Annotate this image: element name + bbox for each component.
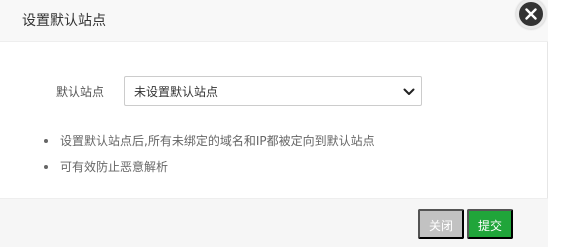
bullet-icon xyxy=(44,165,48,169)
tip-text: 可有效防止恶意解析 xyxy=(60,160,169,174)
tips-list: 设置默认站点后,所有未绑定的域名和IP都被定向到默认站点 可有效防止恶意解析 xyxy=(44,133,375,185)
tip-item: 可有效防止恶意解析 xyxy=(44,159,375,185)
bullet-icon xyxy=(44,139,48,143)
close-icon[interactable] xyxy=(516,0,546,29)
chevron-down-icon xyxy=(403,88,415,95)
default-site-label: 默认站点 xyxy=(56,85,105,99)
dialog: 设置默认站点 默认站点 未设置默认站点 设置默认站点后,所有未绑定的域名和IP都… xyxy=(0,0,548,247)
tip-item: 设置默认站点后,所有未绑定的域名和IP都被定向到默认站点 xyxy=(44,133,375,159)
close-x-glyph xyxy=(525,8,537,20)
default-site-select-value: 未设置默认站点 xyxy=(134,85,219,99)
dialog-footer: 关闭 提交 xyxy=(0,198,548,247)
submit-button[interactable]: 提交 xyxy=(467,209,513,239)
dialog-title: 设置默认站点 xyxy=(22,13,106,29)
close-button[interactable]: 关闭 xyxy=(418,209,464,239)
dialog-header: 设置默认站点 xyxy=(0,0,548,42)
tip-text: 设置默认站点后,所有未绑定的域名和IP都被定向到默认站点 xyxy=(60,134,375,148)
default-site-select[interactable]: 未设置默认站点 xyxy=(124,76,422,106)
